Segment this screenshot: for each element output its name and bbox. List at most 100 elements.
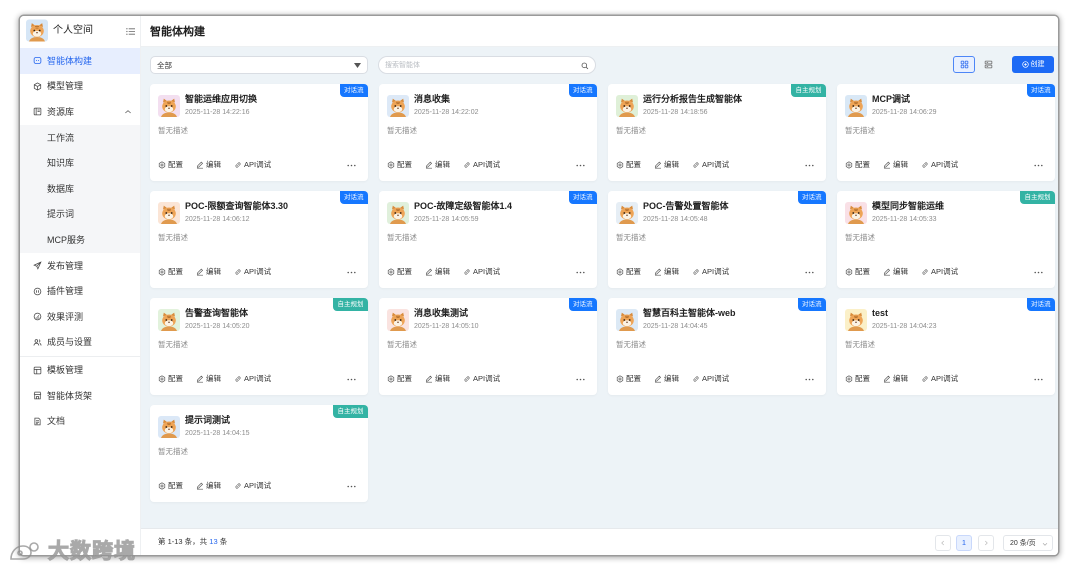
agent-card[interactable]: 对话流 智能运维应用切换 2025-11-28 14:22:16 暂无描述 配置… [150,84,368,181]
sidebar-item-docs[interactable]: 文档 [20,409,140,435]
config-button[interactable]: 配置 [158,267,183,277]
agent-title[interactable]: 告警查询智能体 [185,307,248,319]
more-icon[interactable] [347,164,356,167]
next-page-button[interactable] [978,534,994,551]
edit-button[interactable]: 编辑 [425,267,450,277]
agent-card[interactable]: 自主规划 运行分析报告生成智能体 2025-11-28 14:18:56 暂无描… [608,84,826,181]
agent-title[interactable]: 智慧百科主智能体-web [643,307,736,319]
search-input[interactable] [385,59,575,72]
agent-title[interactable]: 模型同步智能运维 [872,200,944,212]
api-debug-button[interactable]: API调试 [921,267,958,277]
agent-card[interactable]: 对话流 消息收集 2025-11-28 14:22:02 暂无描述 配置 编辑 [379,84,597,181]
agent-title[interactable]: 提示词测试 [185,414,230,426]
more-icon[interactable] [347,485,356,488]
api-debug-button[interactable]: API调试 [692,374,729,384]
more-icon[interactable] [347,378,356,381]
config-button[interactable]: 配置 [845,374,870,384]
sidebar-item-members[interactable]: 成员与设置 [20,330,140,356]
agent-card[interactable]: 自主规划 提示词测试 2025-11-28 14:04:15 暂无描述 配置 编… [150,405,368,502]
sidebar-subitem-prompts[interactable]: 提示词 [20,202,140,228]
search-box[interactable] [378,56,596,74]
create-agent-button[interactable]: 创建 [1012,56,1054,73]
sidebar-item-publish[interactable]: 发布管理 [20,253,140,279]
edit-button[interactable]: 编辑 [883,374,908,384]
agent-title[interactable]: POC-限额查询智能体3.30 [185,200,288,212]
more-icon[interactable] [576,378,585,381]
more-icon[interactable] [805,164,814,167]
edit-button[interactable]: 编辑 [425,374,450,384]
api-debug-button[interactable]: API调试 [921,374,958,384]
sidebar-item-models[interactable]: 模型管理 [20,74,140,100]
more-icon[interactable] [576,271,585,274]
config-button[interactable]: 配置 [616,267,641,277]
agent-card[interactable]: 自主规划 模型同步智能运维 2025-11-28 14:05:33 暂无描述 配… [837,191,1055,288]
api-debug-button[interactable]: API调试 [463,267,500,277]
edit-button[interactable]: 编辑 [196,481,221,491]
api-debug-button[interactable]: API调试 [692,267,729,277]
sidebar-item-plugins[interactable]: 插件管理 [20,278,140,304]
type-filter-select[interactable]: 全部 [150,56,368,74]
more-icon[interactable] [576,164,585,167]
agent-title[interactable]: test [872,307,888,319]
page-size-select[interactable]: 20 条/页 [1003,534,1053,551]
api-debug-button[interactable]: API调试 [234,374,271,384]
more-icon[interactable] [1034,271,1043,274]
agent-card[interactable]: 对话流 test 2025-11-28 14:04:23 暂无描述 配置 编辑 [837,298,1055,395]
api-debug-button[interactable]: API调试 [234,481,271,491]
config-button[interactable]: 配置 [845,160,870,170]
edit-button[interactable]: 编辑 [883,160,908,170]
edit-button[interactable]: 编辑 [196,374,221,384]
config-button[interactable]: 配置 [387,374,412,384]
menu-icon[interactable] [126,27,135,36]
api-debug-button[interactable]: API调试 [463,160,500,170]
agent-title[interactable]: POC-告警处置智能体 [643,200,729,212]
agent-card[interactable]: 自主规划 告警查询智能体 2025-11-28 14:05:20 暂无描述 配置… [150,298,368,395]
api-debug-button[interactable]: API调试 [692,160,729,170]
prev-page-button[interactable] [935,534,951,551]
config-button[interactable]: 配置 [158,160,183,170]
agent-title[interactable]: 消息收集 [414,93,450,105]
edit-button[interactable]: 编辑 [425,160,450,170]
sidebar-item-resources[interactable]: 资源库 [20,99,140,125]
agent-card[interactable]: 对话流 MCP调试 2025-11-28 14:06:29 暂无描述 配置 编辑 [837,84,1055,181]
more-icon[interactable] [347,271,356,274]
api-debug-button[interactable]: API调试 [921,160,958,170]
api-debug-button[interactable]: API调试 [234,267,271,277]
sidebar-item-evaluation[interactable]: 效果评测 [20,304,140,330]
sidebar-subitem-workflow[interactable]: 工作流 [20,125,140,151]
edit-button[interactable]: 编辑 [196,160,221,170]
agent-card[interactable]: 对话流 POC-限额查询智能体3.30 2025-11-28 14:06:12 … [150,191,368,288]
sidebar-subitem-mcp[interactable]: MCP服务 [20,227,140,253]
more-icon[interactable] [1034,378,1043,381]
api-debug-button[interactable]: API调试 [463,374,500,384]
page-1-button[interactable]: 1 [956,534,972,551]
grid-view-toggle[interactable] [953,56,975,73]
list-view-toggle[interactable] [977,56,999,73]
edit-button[interactable]: 编辑 [883,267,908,277]
config-button[interactable]: 配置 [387,267,412,277]
agent-card[interactable]: 对话流 POC-告警处置智能体 2025-11-28 14:05:48 暂无描述… [608,191,826,288]
api-debug-button[interactable]: API调试 [234,160,271,170]
agent-card[interactable]: 对话流 消息收集测试 2025-11-28 14:05:10 暂无描述 配置 编… [379,298,597,395]
agent-card[interactable]: 对话流 智慧百科主智能体-web 2025-11-28 14:04:45 暂无描… [608,298,826,395]
sidebar-item-agent-build[interactable]: 智能体构建 [20,48,140,74]
edit-button[interactable]: 编辑 [654,267,679,277]
sidebar-subitem-database[interactable]: 数据库 [20,176,140,202]
agent-title[interactable]: 消息收集测试 [414,307,468,319]
config-button[interactable]: 配置 [158,481,183,491]
sidebar-item-agent-shelf[interactable]: 智能体货架 [20,383,140,409]
sidebar-item-templates[interactable]: 模板管理 [20,358,140,384]
edit-button[interactable]: 编辑 [196,267,221,277]
agent-title[interactable]: MCP调试 [872,93,910,105]
workspace-header[interactable]: 个人空间 [20,16,140,46]
config-button[interactable]: 配置 [387,160,412,170]
edit-button[interactable]: 编辑 [654,160,679,170]
agent-title[interactable]: 运行分析报告生成智能体 [643,93,742,105]
config-button[interactable]: 配置 [616,374,641,384]
more-icon[interactable] [805,271,814,274]
agent-title[interactable]: 智能运维应用切换 [185,93,257,105]
edit-button[interactable]: 编辑 [654,374,679,384]
agent-title[interactable]: POC-故障定级智能体1.4 [414,200,512,212]
config-button[interactable]: 配置 [158,374,183,384]
config-button[interactable]: 配置 [616,160,641,170]
